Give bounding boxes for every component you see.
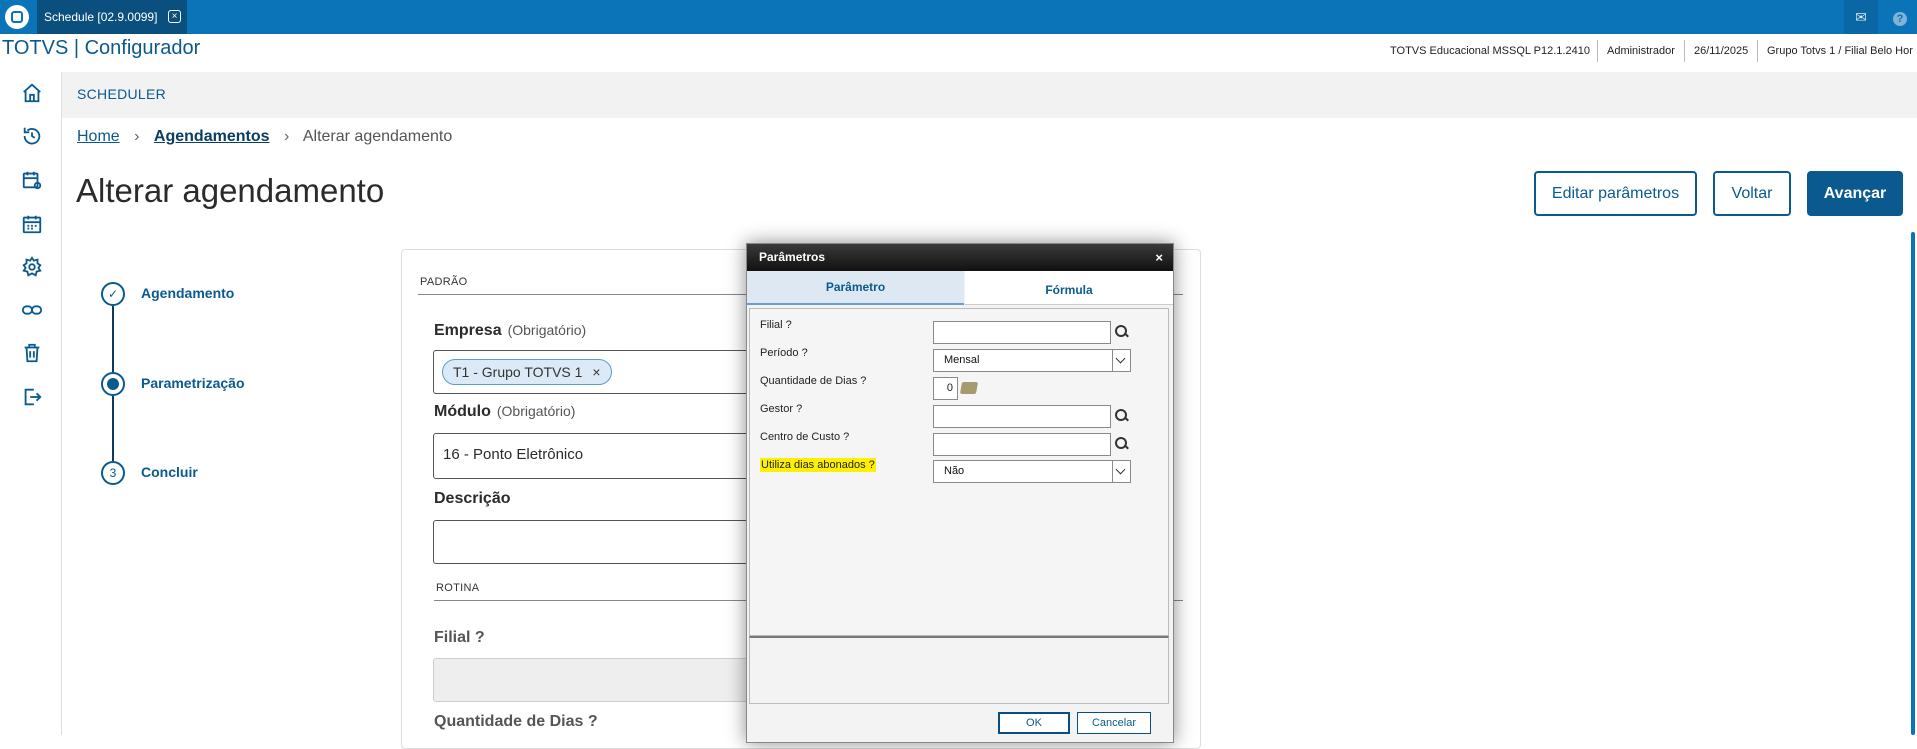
filial-field: [433, 658, 783, 702]
modulo-label-text: Módulo: [434, 403, 491, 420]
mail-icon[interactable]: ✉: [1844, 0, 1878, 34]
ok-button[interactable]: OK: [998, 712, 1070, 734]
history-icon[interactable]: [21, 125, 45, 149]
section-padrao: PADRÃO: [420, 276, 468, 288]
chevron-down-icon[interactable]: [1112, 350, 1130, 371]
param-label-dias-abonados: Utiliza dias abonados ?: [760, 458, 876, 472]
status-environment: TOTVS Educacional MSSQL P12.1.2410: [1390, 45, 1590, 57]
cancel-button[interactable]: Cancelar: [1077, 712, 1151, 734]
calendar-gear-icon[interactable]: [21, 169, 45, 193]
param-dias-abonados-value: Não: [944, 465, 965, 477]
chevron-right-icon: ›: [134, 128, 140, 145]
empresa-chip-text: T1 - Grupo TOTVS 1: [453, 364, 583, 380]
empresa-field[interactable]: T1 - Grupo TOTVS 1 ×: [433, 350, 783, 394]
status-branch: Grupo Totvs 1 / Filial Belo Hor: [1757, 40, 1917, 62]
breadcrumb-home[interactable]: Home: [77, 128, 120, 145]
tab-parametro[interactable]: Parâmetro: [747, 271, 964, 305]
stepper-line: [112, 306, 114, 378]
param-label-filial: Filial ?: [760, 319, 792, 331]
empresa-chip: T1 - Grupo TOTVS 1 ×: [442, 359, 612, 385]
dialog-title: Parâmetros: [759, 250, 826, 264]
step-label-parametrizacao[interactable]: Parametrização: [141, 375, 245, 391]
param-label-centro-custo: Centro de Custo ?: [760, 431, 850, 443]
step-done-check-icon: ✓: [101, 282, 125, 306]
edit-parameters-button[interactable]: Editar parâmetros: [1534, 171, 1697, 216]
modulo-label: Módulo (Obrigatório): [434, 403, 575, 421]
param-label-quantidade: Quantidade de Dias ?: [760, 375, 867, 387]
tab-formula[interactable]: Fórmula: [965, 271, 1173, 305]
modulo-field[interactable]: 16 - Ponto Eletrônico: [433, 433, 783, 479]
gear-icon[interactable]: [21, 256, 45, 280]
link-icon[interactable]: [21, 299, 45, 323]
param-periodo-select[interactable]: Mensal: [933, 349, 1131, 372]
param-filial-input[interactable]: [933, 321, 1111, 344]
step-label-agendamento[interactable]: Agendamento: [141, 285, 234, 301]
search-icon[interactable]: [1114, 436, 1130, 452]
filial-label: Filial ?: [434, 629, 485, 646]
status-user: Administrador: [1597, 40, 1684, 62]
help-icon[interactable]: ?: [1883, 0, 1917, 34]
search-icon[interactable]: [1114, 324, 1130, 340]
param-dias-abonados-select[interactable]: Não: [933, 460, 1131, 483]
step-label-concluir[interactable]: Concluir: [141, 464, 198, 480]
breadcrumb-agendamentos[interactable]: Agendamentos: [154, 128, 270, 145]
param-label-gestor: Gestor ?: [760, 403, 803, 415]
param-periodo-value: Mensal: [944, 354, 980, 366]
step-active-icon: [101, 372, 125, 396]
calendar-icon[interactable]: [21, 213, 45, 237]
close-icon[interactable]: ×: [1155, 244, 1163, 271]
trash-icon[interactable]: [21, 342, 45, 366]
help-panel: [749, 636, 1169, 704]
breadcrumb-current: Alterar agendamento: [302, 128, 453, 145]
parameters-dialog: Parâmetros × Parâmetro Fórmula Filial ? …: [746, 243, 1174, 743]
chevron-down-icon[interactable]: [1112, 461, 1130, 482]
sidebar: [0, 72, 62, 735]
page-title: Alterar agendamento: [76, 172, 385, 209]
logout-icon[interactable]: [21, 386, 45, 410]
top-bar: Schedule [02.9.0099] × ✉ ?: [0, 0, 1917, 34]
descricao-label: Descrição: [434, 490, 511, 507]
stepper-line: [112, 396, 114, 461]
quantidade-dias-label: Quantidade de Dias ?: [434, 713, 598, 730]
totvs-logo-icon: [5, 5, 29, 29]
modulo-required-hint: (Obrigatório): [496, 403, 576, 419]
close-tab-icon[interactable]: ×: [168, 10, 181, 23]
empresa-label-text: Empresa: [434, 322, 502, 339]
chevron-right-icon: ›: [283, 128, 290, 145]
breadcrumb: Home › Agendamentos › Alterar agendament…: [77, 128, 452, 146]
descricao-field[interactable]: [433, 520, 783, 564]
empresa-required-hint: (Obrigatório): [507, 322, 587, 338]
home-icon[interactable]: [21, 82, 45, 106]
param-centro-custo-input[interactable]: [933, 433, 1111, 456]
section-rotina: ROTINA: [436, 582, 480, 594]
back-button[interactable]: Voltar: [1713, 171, 1791, 216]
status-date: 26/11/2025: [1684, 40, 1757, 62]
parameters-panel: Filial ? Período ? Mensal Quantidade de …: [749, 308, 1169, 636]
modulo-value: 16 - Ponto Eletrônico: [443, 446, 584, 463]
dialog-title-bar: Parâmetros ×: [747, 244, 1173, 271]
calculator-icon[interactable]: [959, 382, 979, 394]
step-number: 3: [101, 461, 125, 485]
next-button[interactable]: Avançar: [1807, 171, 1903, 216]
app-title: TOTVS | Configurador: [2, 37, 201, 59]
param-gestor-input[interactable]: [933, 405, 1111, 428]
window-tab-title: Schedule [02.9.0099]: [44, 10, 158, 24]
section-header: SCHEDULER: [62, 72, 1917, 118]
param-quantidade-input[interactable]: 0: [933, 377, 958, 400]
window-tab[interactable]: Schedule [02.9.0099] ×: [37, 0, 187, 34]
param-label-periodo: Período ?: [760, 347, 808, 359]
page-scrollbar[interactable]: [1911, 232, 1915, 735]
search-icon[interactable]: [1114, 408, 1130, 424]
empresa-label: Empresa (Obrigatório): [434, 322, 586, 340]
remove-chip-icon[interactable]: ×: [592, 364, 600, 380]
section-title: SCHEDULER: [77, 86, 167, 102]
